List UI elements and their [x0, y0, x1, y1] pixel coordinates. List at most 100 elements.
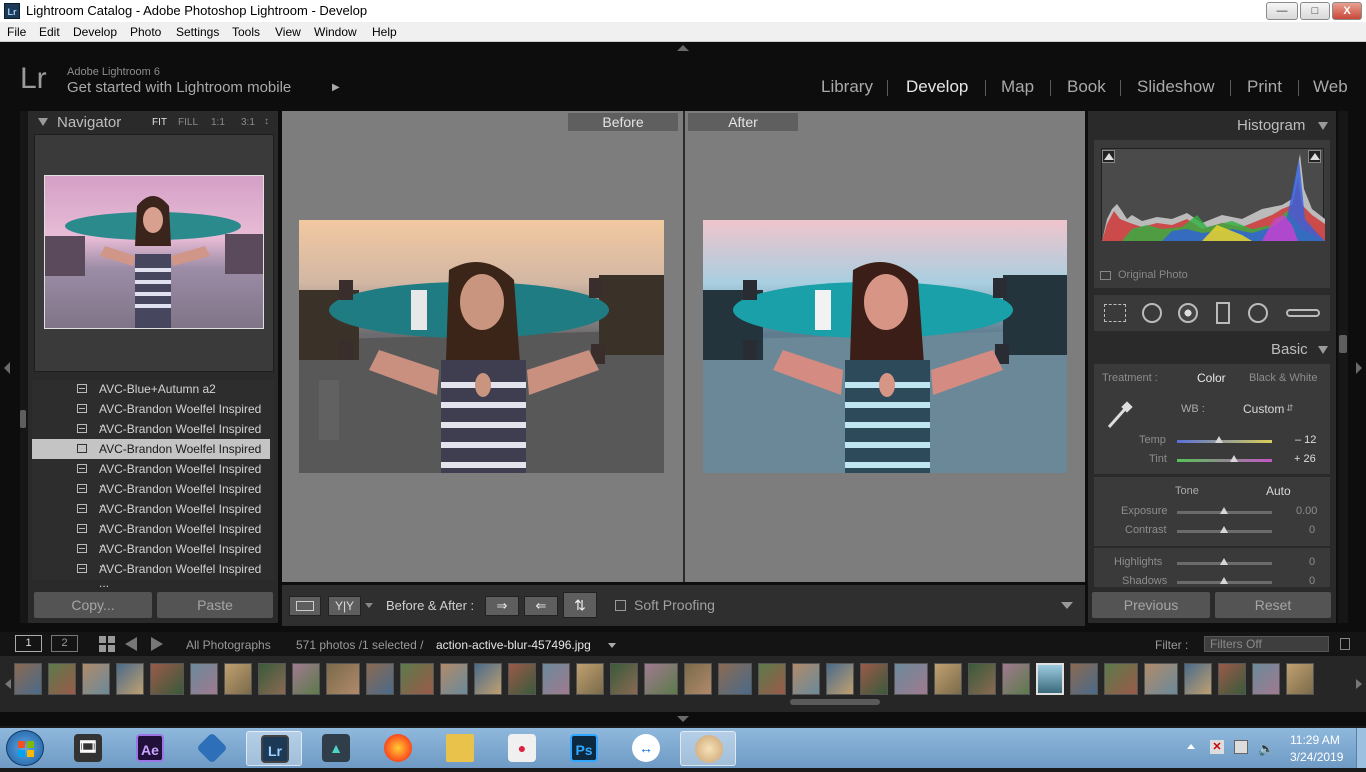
taskbar-lightroom[interactable]: Lr [246, 731, 302, 766]
copy-before-to-after-button[interactable]: ⇒ [485, 596, 519, 616]
navigator-collapse-icon[interactable] [38, 118, 48, 126]
list-item[interactable]: AVC-Blue+Autumn a2 [32, 379, 270, 399]
taskbar-teamviewer[interactable]: ↔ [618, 731, 674, 766]
tint-slider[interactable] [1177, 459, 1272, 462]
selected-filename[interactable]: action-active-blur-457496.jpg [436, 638, 591, 652]
network-icon[interactable] [1234, 740, 1248, 754]
menu-develop[interactable]: Develop [73, 25, 117, 39]
previous-button[interactable]: Previous [1092, 592, 1210, 618]
menu-edit[interactable]: Edit [39, 25, 60, 39]
soft-proofing-checkbox[interactable] [615, 600, 626, 611]
filmstrip-thumbnail[interactable] [400, 663, 434, 695]
module-web[interactable]: Web [1313, 77, 1348, 97]
list-item[interactable]: AVC-Brandon Woelfel Inspired ... [32, 399, 270, 430]
before-photo[interactable] [299, 220, 664, 473]
left-panel-scrollbar[interactable] [20, 111, 28, 623]
crop-tool-icon[interactable] [1104, 304, 1126, 322]
contrast-value[interactable]: 0 [1309, 524, 1315, 536]
filmstrip-thumbnail[interactable] [258, 663, 286, 695]
filmstrip-right-icon[interactable] [1356, 679, 1362, 689]
list-item[interactable]: AVC-Brandon Woelfel Inspired ... [32, 479, 270, 510]
close-button[interactable]: X [1332, 2, 1362, 20]
right-scroll-thumb[interactable] [1339, 335, 1347, 353]
adjustment-brush-icon[interactable] [1286, 309, 1320, 317]
histogram-collapse-icon[interactable] [1318, 122, 1328, 130]
basic-collapse-icon[interactable] [1318, 346, 1328, 354]
taskbar-filmora[interactable]: ▲ [308, 731, 364, 766]
windows-start-icon[interactable] [6, 730, 44, 766]
highlight-clipping-toggle[interactable] [1308, 150, 1321, 163]
zoom-fill[interactable]: FILL [178, 117, 198, 128]
action-center-icon[interactable]: ✕ [1210, 740, 1224, 754]
toolbar-menu-icon[interactable] [1061, 602, 1073, 609]
menu-help[interactable]: Help [372, 25, 397, 39]
filmstrip-thumbnail[interactable] [826, 663, 854, 695]
filmstrip-thumbnail[interactable] [542, 663, 570, 695]
temp-slider-thumb[interactable] [1214, 436, 1223, 443]
taskbar-video-editor[interactable]: 🎞 [60, 731, 116, 766]
filmstrip-thumbnail[interactable] [758, 663, 786, 695]
tint-value[interactable]: + 26 [1294, 453, 1316, 465]
main-window-button[interactable]: 1 [15, 635, 42, 652]
filmstrip-thumbnail[interactable] [224, 663, 252, 695]
filmstrip-thumbnail[interactable] [894, 663, 928, 695]
module-library[interactable]: Library [821, 77, 873, 97]
filmstrip-thumbnail[interactable] [792, 663, 820, 695]
maximize-button[interactable]: □ [1300, 2, 1330, 20]
taskbar-photoshop[interactable]: Ps [556, 731, 612, 766]
filmstrip-thumbnail[interactable] [684, 663, 712, 695]
filmstrip-left-icon[interactable] [5, 679, 11, 689]
filter-select[interactable]: Filters Off [1204, 636, 1329, 652]
zoom-fit[interactable]: FIT [152, 117, 167, 128]
filmstrip-scroll-thumb[interactable] [790, 699, 880, 705]
module-map[interactable]: Map [1001, 77, 1034, 97]
before-after-mode-button[interactable]: Y|Y [328, 596, 361, 616]
filmstrip-thumbnail[interactable] [1070, 663, 1098, 695]
clock-date[interactable]: 3/24/2019 [1290, 750, 1343, 764]
filmstrip-thumbnail[interactable] [934, 663, 962, 695]
minimize-button[interactable]: — [1266, 2, 1298, 20]
right-panel-scrollbar[interactable] [1338, 111, 1348, 623]
filmstrip-thumbnail[interactable] [14, 663, 42, 695]
filmstrip-thumbnail[interactable] [1184, 663, 1212, 695]
shadow-clipping-toggle[interactable] [1102, 150, 1115, 163]
filmstrip-thumbnail[interactable] [474, 663, 502, 695]
filmstrip-thumbnail[interactable] [190, 663, 218, 695]
filmstrip-thumbnail[interactable] [1144, 663, 1178, 695]
spot-removal-icon[interactable] [1142, 303, 1162, 323]
filmstrip-thumbnail[interactable] [326, 663, 360, 695]
menu-file[interactable]: File [7, 25, 26, 39]
temp-value[interactable]: – 12 [1295, 434, 1316, 446]
list-item[interactable]: AVC-Brandon Woelfel Inspired ... [32, 539, 270, 570]
taskbar-vector-app[interactable] [184, 731, 240, 766]
filmstrip-thumbnail[interactable] [508, 663, 536, 695]
module-slideshow[interactable]: Slideshow [1137, 77, 1215, 97]
collapse-top-icon[interactable] [677, 45, 689, 51]
module-book[interactable]: Book [1067, 77, 1106, 97]
wb-eyedropper-icon[interactable] [1101, 399, 1135, 433]
mode-dropdown-icon[interactable] [365, 603, 373, 608]
filmstrip-thumbnail[interactable] [366, 663, 394, 695]
list-item[interactable]: AVC-Brandon Woelfel Inspired ... [32, 499, 270, 530]
wb-select-arrows-icon[interactable]: ⇵ [1286, 403, 1294, 414]
filmstrip-thumbnail[interactable] [150, 663, 184, 695]
graduated-filter-icon[interactable] [1216, 302, 1230, 324]
highlights-slider-thumb[interactable] [1220, 558, 1228, 565]
tone-auto-button[interactable]: Auto [1266, 484, 1291, 498]
temp-slider[interactable] [1177, 440, 1272, 443]
zoom-1-1[interactable]: 1:1 [211, 117, 225, 128]
list-item[interactable]: AVC-Brandon Woelfel Inspired ... [32, 559, 270, 590]
tint-slider-thumb[interactable] [1230, 455, 1238, 462]
menu-window[interactable]: Window [314, 25, 357, 39]
taskbar-after-effects[interactable]: Ae [122, 731, 178, 766]
collapse-right-icon[interactable] [1356, 362, 1362, 374]
list-item[interactable]: AVC-Brandon Woelfel Inspired ... [32, 519, 270, 550]
filmstrip-thumbnail[interactable] [82, 663, 110, 695]
after-photo[interactable] [703, 220, 1067, 473]
volume-icon[interactable]: 🔈 [1258, 741, 1274, 757]
filmstrip-thumbnail[interactable] [48, 663, 76, 695]
taskbar-paint[interactable] [680, 731, 736, 766]
filmstrip-thumbnail[interactable] [1252, 663, 1280, 695]
collapse-bottom-icon[interactable] [677, 716, 689, 722]
contrast-slider-thumb[interactable] [1220, 526, 1228, 533]
